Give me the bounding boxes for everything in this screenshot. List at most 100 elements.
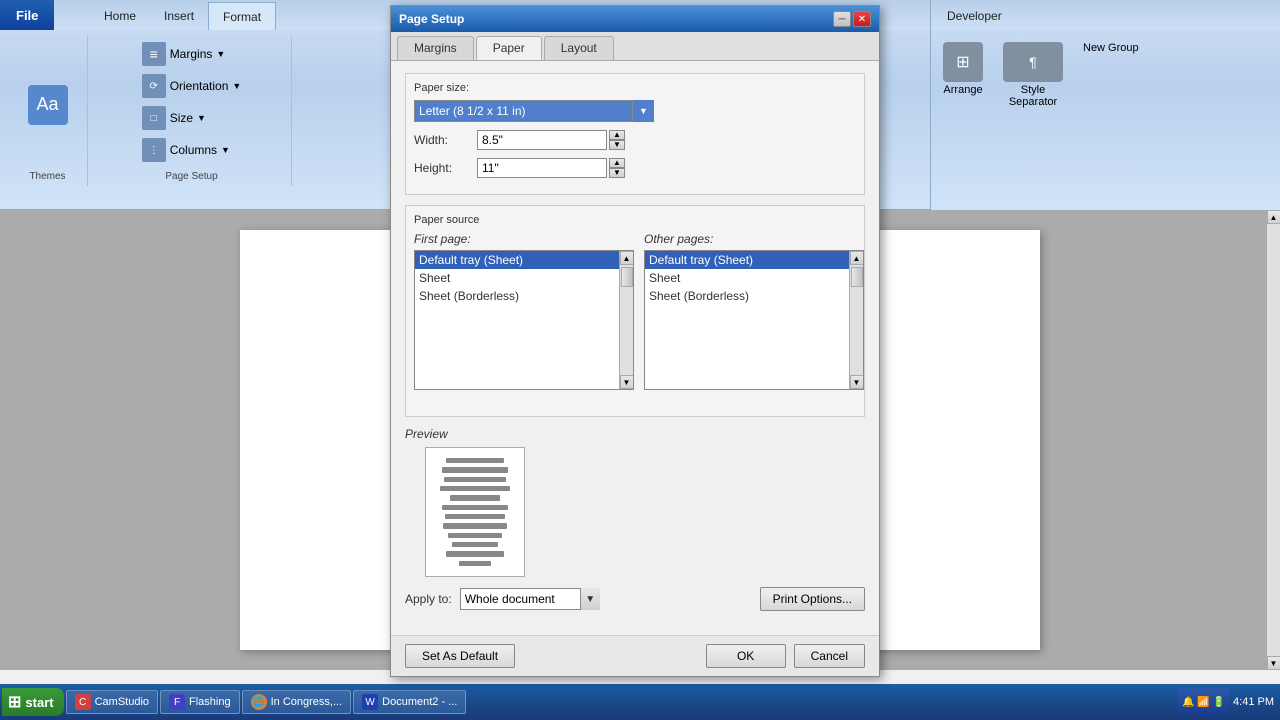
apply-to-wrap: Whole documentThis point forwardSelected… — [460, 588, 600, 610]
style-separator-button[interactable]: ¶ StyleSeparator — [999, 40, 1067, 110]
tab-insert[interactable]: Insert — [150, 2, 208, 30]
other-pages-item-2[interactable]: Sheet (Borderless) — [645, 287, 863, 305]
preview-line-10 — [452, 542, 497, 547]
first-page-item-0[interactable]: Default tray (Sheet) — [415, 251, 633, 269]
apply-to-select[interactable]: Whole documentThis point forwardSelected… — [460, 588, 600, 610]
height-input[interactable] — [477, 158, 607, 178]
margins-icon: ≡ — [142, 42, 166, 66]
tab-margins[interactable]: Margins — [397, 36, 474, 60]
scroll-up[interactable]: ▲ — [1267, 210, 1280, 224]
arrange-button[interactable]: ⊞ Arrange — [939, 40, 987, 110]
height-spinner-up[interactable]: ▲ — [609, 158, 625, 168]
taskbar-icon-2: 🌐 — [251, 694, 267, 710]
first-page-section: First page: Default tray (Sheet) Sheet S… — [414, 232, 634, 390]
paper-size-title: Paper size: — [414, 82, 856, 94]
preview-label: Preview — [405, 427, 865, 441]
paper-size-row: Letter (8 1/2 x 11 in)A4LegalCustom ▼ — [414, 100, 856, 122]
tab-paper[interactable]: Paper — [476, 36, 542, 60]
orientation-icon: ⟳ — [142, 74, 166, 98]
preview-line-1 — [446, 458, 503, 463]
width-spinner-up[interactable]: ▲ — [609, 130, 625, 140]
tab-format[interactable]: Format — [208, 2, 276, 30]
preview-line-11 — [446, 551, 503, 556]
group-page-setup: ≡ Margins ▼ ⟳ Orientation ▼ □ Size — [92, 36, 292, 186]
preview-line-4 — [440, 486, 510, 491]
start-icon: ⊞ — [8, 692, 21, 712]
sources-row: First page: Default tray (Sheet) Sheet S… — [414, 232, 856, 398]
taskbar-item-2[interactable]: 🌐 In Congress,... — [242, 690, 352, 714]
dialog-controls: ─ ✕ — [833, 11, 871, 27]
developer-area: Developer ⊞ Arrange ¶ StyleSeparator New… — [930, 0, 1280, 210]
main-scrollbar[interactable]: ▲ ▼ — [1266, 210, 1280, 670]
fp-scroll-up[interactable]: ▲ — [620, 251, 634, 265]
dialog-minimize-button[interactable]: ─ — [833, 11, 851, 27]
ok-button[interactable]: OK — [706, 644, 786, 668]
taskbar: ⊞ start C CamStudio F Flashing 🌐 In Cong… — [0, 684, 1280, 720]
developer-tab[interactable]: Developer — [935, 2, 1014, 30]
height-spinner-down[interactable]: ▼ — [609, 168, 625, 178]
developer-content: ⊞ Arrange ¶ StyleSeparator New Group — [931, 30, 1280, 120]
tray-icons: 🔔 📶 🔋 — [1182, 697, 1225, 708]
op-scroll-down[interactable]: ▼ — [850, 375, 864, 389]
themes-button[interactable]: Aa — [24, 83, 72, 129]
set-as-default-button[interactable]: Set As Default — [405, 644, 515, 668]
size-icon: □ — [142, 106, 166, 130]
other-pages-item-1[interactable]: Sheet — [645, 269, 863, 287]
page-setup-row3: □ Size ▼ — [138, 104, 210, 132]
op-scroll-up[interactable]: ▲ — [850, 251, 864, 265]
paper-size-select[interactable]: Letter (8 1/2 x 11 in)A4LegalCustom — [414, 100, 654, 122]
taskbar-icon-1: F — [169, 694, 185, 710]
scroll-down[interactable]: ▼ — [1267, 656, 1280, 670]
size-button[interactable]: □ Size ▼ — [138, 104, 210, 132]
dialog-body: Paper size: Letter (8 1/2 x 11 in)A4Lega… — [391, 61, 879, 635]
taskbar-right: 🔔 📶 🔋 4:41 PM — [1178, 688, 1278, 716]
fp-scroll-thumb[interactable] — [621, 267, 633, 287]
height-input-wrap: ▲ ▼ — [477, 158, 625, 178]
taskbar-item-3[interactable]: W Document2 - ... — [353, 690, 466, 714]
new-group-button[interactable]: New Group — [1079, 40, 1143, 110]
preview-line-9 — [448, 533, 501, 538]
columns-button[interactable]: ⋮ Columns ▼ — [138, 136, 234, 164]
other-pages-label: Other pages: — [644, 232, 864, 246]
paper-size-wrap: Letter (8 1/2 x 11 in)A4LegalCustom ▼ — [414, 100, 654, 122]
height-row: Height: ▲ ▼ — [414, 158, 856, 178]
height-spinner: ▲ ▼ — [609, 158, 625, 178]
file-tab-label: File — [16, 8, 38, 23]
first-page-list: Default tray (Sheet) Sheet Sheet (Border… — [415, 251, 633, 389]
op-scroll-thumb[interactable] — [851, 267, 863, 287]
developer-tab-row: Developer — [931, 0, 1280, 30]
preview-box — [425, 447, 525, 577]
taskbar-icon-0: C — [75, 694, 91, 710]
other-pages-listbox[interactable]: Default tray (Sheet) Sheet Sheet (Border… — [644, 250, 864, 390]
sys-tray[interactable]: 🔔 📶 🔋 — [1178, 688, 1229, 716]
print-options-button[interactable]: Print Options... — [760, 587, 865, 611]
orientation-button[interactable]: ⟳ Orientation ▼ — [138, 72, 246, 100]
width-input[interactable] — [477, 130, 607, 150]
dialog-close-button[interactable]: ✕ — [853, 11, 871, 27]
dialog-title: Page Setup — [399, 12, 464, 26]
tab-home[interactable]: Home — [90, 2, 150, 30]
cancel-button[interactable]: Cancel — [794, 644, 865, 668]
margins-button[interactable]: ≡ Margins ▼ — [138, 40, 230, 68]
taskbar-item-0[interactable]: C CamStudio — [66, 690, 158, 714]
width-input-wrap: ▲ ▼ — [477, 130, 625, 150]
dialog-titlebar: Page Setup ─ ✕ — [391, 6, 879, 32]
other-pages-scrollbar[interactable]: ▲ ▼ — [849, 251, 863, 389]
file-tab[interactable]: File — [0, 0, 54, 30]
taskbar-icon-3: W — [362, 694, 378, 710]
fp-scroll-down[interactable]: ▼ — [620, 375, 634, 389]
width-spinner-down[interactable]: ▼ — [609, 140, 625, 150]
first-page-item-2[interactable]: Sheet (Borderless) — [415, 287, 633, 305]
preview-section: Preview — [405, 427, 865, 577]
other-pages-item-0[interactable]: Default tray (Sheet) — [645, 251, 863, 269]
start-button[interactable]: ⊞ start — [2, 688, 64, 716]
tab-layout[interactable]: Layout — [544, 36, 614, 60]
first-page-listbox[interactable]: Default tray (Sheet) Sheet Sheet (Border… — [414, 250, 634, 390]
first-page-scrollbar[interactable]: ▲ ▼ — [619, 251, 633, 389]
first-page-item-1[interactable]: Sheet — [415, 269, 633, 287]
paper-source-section: Paper source First page: Default tray (S… — [405, 205, 865, 417]
width-spinner: ▲ ▼ — [609, 130, 625, 150]
arrange-icon: ⊞ — [943, 42, 983, 82]
taskbar-item-1[interactable]: F Flashing — [160, 690, 240, 714]
columns-icon: ⋮ — [142, 138, 166, 162]
